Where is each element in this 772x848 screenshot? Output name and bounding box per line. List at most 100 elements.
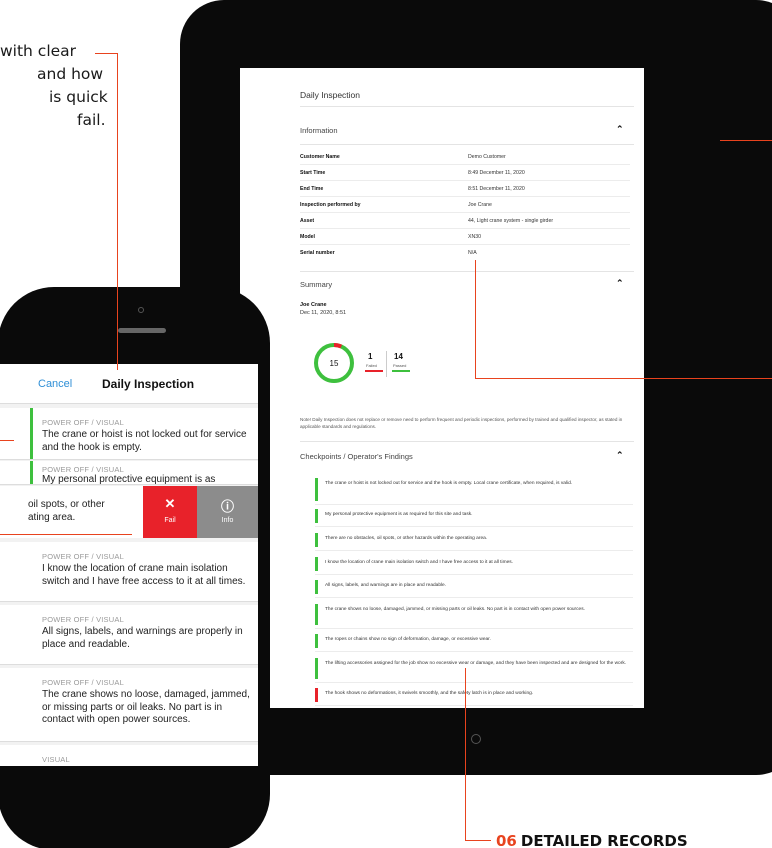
swiped-checklist-row[interactable]: oil spots, or other ating area. ✕ Fail ⓘ… [0, 486, 258, 538]
summary-header: Summary [300, 280, 333, 289]
checkpoint-text: My personal protective equipment is as r… [325, 512, 473, 517]
section-heading: 06 DETAILED RECORDS [496, 832, 688, 848]
callout-connector [0, 534, 132, 535]
passed-label: Passed [393, 363, 407, 368]
checkpoints-header: Checkpoints / Operator's Findings [300, 452, 413, 461]
status-pass-marker [315, 580, 318, 594]
checkpoint-item: The hook shows no deformations, it swive… [315, 688, 633, 706]
swiped-row-line: ating area. [28, 511, 76, 523]
callout-connector [720, 140, 772, 141]
phone-header: Cancel Daily Inspection [0, 364, 258, 404]
info-icon: ⓘ [220, 499, 234, 514]
fail-label: Fail [164, 517, 176, 524]
phone-camera [138, 307, 144, 313]
fail-button[interactable]: ✕ Fail [143, 486, 197, 538]
info-key: Customer Name [300, 154, 340, 160]
info-label: Info [221, 517, 234, 524]
card-category: POWER OFF / VISUAL [42, 465, 124, 474]
donut-total: 15 [330, 359, 339, 368]
info-key: End Time [300, 186, 324, 192]
checkpoint-text: I know the location of crane main isolat… [325, 560, 513, 565]
card-category: POWER OFF / VISUAL [42, 552, 124, 561]
checkpoint-item: There are no obstacles, oil spots, or ot… [315, 533, 633, 551]
status-pass-marker [315, 509, 318, 523]
tablet-home-button [471, 734, 481, 744]
checklist-card[interactable]: VISUAL [0, 745, 258, 766]
callout-line-3: is quick [49, 88, 108, 106]
stat-separator [386, 351, 387, 377]
collapse-caret-icon[interactable]: ⌃ [616, 124, 624, 135]
info-key: Serial number [300, 250, 335, 256]
status-pass-marker [315, 557, 318, 571]
checkpoint-item: The ropes or chains show no sign of defo… [315, 634, 633, 652]
info-button[interactable]: ⓘ Info [197, 486, 258, 538]
checkpoint-text: The hook shows no deformations, it swive… [325, 691, 534, 696]
divider [300, 144, 634, 145]
callout-connector [95, 53, 118, 54]
report-title: Daily Inspection [300, 90, 361, 100]
card-text: My personal protective equipment is as i… [42, 474, 216, 485]
passed-count: 14 [394, 352, 403, 361]
section-number: 06 [496, 832, 517, 848]
checklist-card[interactable]: POWER OFF / VISUAL My personal protectiv… [0, 461, 258, 485]
passed-bar [392, 370, 410, 372]
checkpoint-item: The lifting accessories assigned for the… [315, 658, 633, 683]
callout-connector [465, 840, 491, 841]
info-value: XN30 [468, 234, 481, 240]
divider [300, 106, 634, 107]
checkpoint-text: The ropes or chains show no sign of defo… [325, 637, 491, 642]
checklist-card[interactable]: POWER OFF / VISUAL I know the location o… [0, 542, 258, 602]
info-key: Inspection performed by [300, 202, 361, 208]
info-row: Asset 44, Light crane system - single gi… [300, 213, 630, 229]
info-value: 8:49 December 11, 2020 [468, 170, 525, 176]
info-key: Start Time [300, 170, 326, 176]
disclaimer-note: Note! Daily Inspection does not replace … [300, 417, 623, 429]
checkpoint-item: All signs, labels, and warnings are in p… [315, 580, 633, 598]
card-category: POWER OFF / VISUAL [42, 615, 124, 624]
info-value: 8:51 December 11, 2020 [468, 186, 525, 192]
phone-title: Daily Inspection [102, 377, 195, 391]
card-text: I know the location of crane main isolat… [42, 563, 246, 587]
checkpoint-text: All signs, labels, and warnings are in p… [325, 583, 447, 588]
failed-count: 1 [368, 352, 373, 361]
checkpoint-text: There are no obstacles, oil spots, or ot… [325, 536, 488, 541]
callout-connector [475, 260, 476, 378]
checkpoint-item: The crane or hoist is not locked out for… [315, 478, 633, 505]
status-pass-marker [315, 658, 318, 679]
callout-connector [117, 53, 118, 370]
card-category: POWER OFF / VISUAL [42, 418, 124, 427]
checklist-card[interactable]: POWER OFF / VISUAL The crane or hoist is… [0, 408, 258, 460]
callout-line-4: fail. [77, 111, 106, 129]
collapse-caret-icon[interactable]: ⌃ [616, 450, 624, 461]
status-pass-marker [315, 478, 318, 501]
info-value: Joe Crane [468, 202, 492, 208]
info-value: Demo Customer [468, 154, 506, 160]
info-row: End Time 8:51 December 11, 2020 [300, 181, 630, 197]
swiped-row-text: oil spots, or other ating area. [28, 499, 105, 524]
checkpoint-text: The crane or hoist is not locked out for… [325, 481, 573, 486]
info-value: 44, Light crane system - single girder [468, 218, 554, 224]
status-fail-marker [315, 688, 318, 702]
info-key: Model [300, 234, 315, 240]
info-key: Asset [300, 218, 315, 224]
collapse-caret-icon[interactable]: ⌃ [616, 278, 624, 289]
summary-inspector: Joe Crane [300, 302, 327, 308]
info-row: Model XN30 [300, 229, 630, 245]
callout-line-1: with clear [0, 42, 77, 60]
divider [300, 271, 634, 272]
card-category: POWER OFF / VISUAL [42, 678, 124, 687]
close-icon: ✕ [164, 496, 176, 511]
callout-connector [475, 378, 772, 379]
result-donut-chart: 15 [314, 343, 354, 383]
status-pass-marker [315, 604, 318, 625]
checklist-card[interactable]: POWER OFF / VISUAL All signs, labels, an… [0, 605, 258, 665]
status-pass-marker [30, 408, 33, 459]
swiped-row-line: oil spots, or other [28, 499, 105, 510]
checklist-card[interactable]: POWER OFF / VISUAL The crane shows no lo… [0, 668, 258, 742]
checkpoint-item: I know the location of crane main isolat… [315, 557, 633, 575]
card-text: The crane shows no loose, damaged, jamme… [42, 689, 250, 725]
cancel-button[interactable]: Cancel [38, 378, 72, 390]
callout-connector [0, 440, 14, 441]
info-row: Customer Name Demo Customer [300, 149, 630, 165]
status-pass-marker [315, 634, 318, 648]
